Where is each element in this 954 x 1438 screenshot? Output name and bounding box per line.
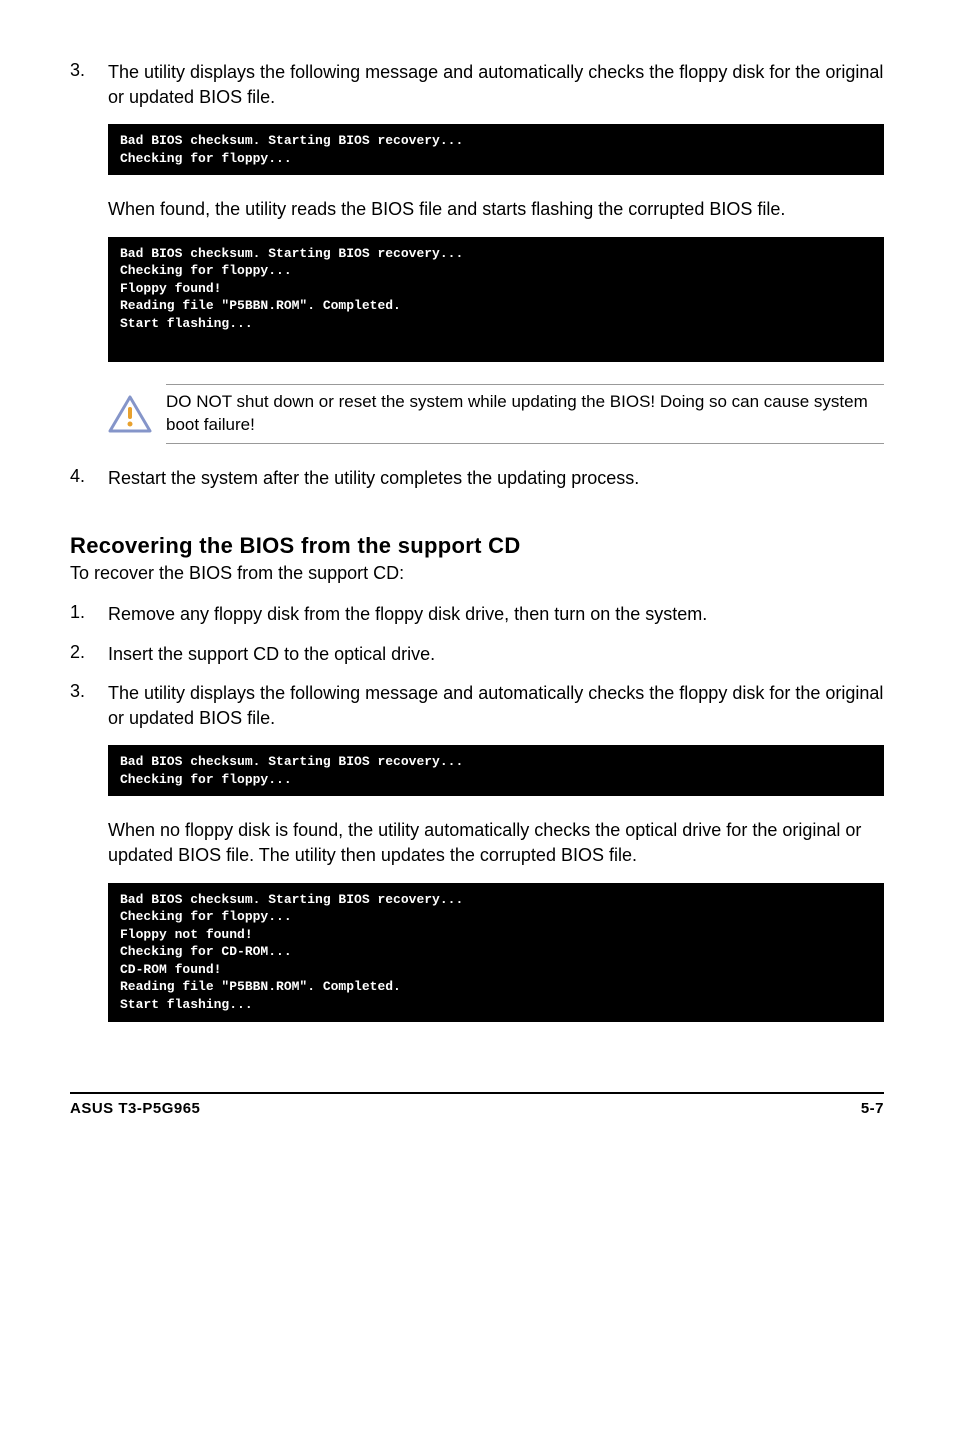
- step-text: The utility displays the following messa…: [108, 60, 884, 110]
- terminal-output-2: Bad BIOS checksum. Starting BIOS recover…: [108, 237, 884, 363]
- terminal-output-4: Bad BIOS checksum. Starting BIOS recover…: [108, 883, 884, 1022]
- step-text: Remove any floppy disk from the floppy d…: [108, 602, 884, 627]
- step-text: Restart the system after the utility com…: [108, 466, 884, 491]
- section-lead: To recover the BIOS from the support CD:: [70, 563, 884, 584]
- footer-page-number: 5-7: [861, 1100, 884, 1117]
- cd-step-3: 3. The utility displays the following me…: [70, 681, 884, 731]
- warning-icon: [108, 395, 152, 433]
- cd-step-1: 1. Remove any floppy disk from the flopp…: [70, 602, 884, 627]
- found-description: When found, the utility reads the BIOS f…: [108, 197, 884, 222]
- step-text: The utility displays the following messa…: [108, 681, 884, 731]
- section-heading: Recovering the BIOS from the support CD: [70, 533, 884, 559]
- step-4: 4. Restart the system after the utility …: [70, 466, 884, 491]
- step-number: 3.: [70, 681, 108, 731]
- page-content: 3. The utility displays the following me…: [0, 0, 954, 1147]
- step-number: 4.: [70, 466, 108, 491]
- footer-product: ASUS T3-P5G965: [70, 1100, 200, 1117]
- step-number: 2.: [70, 642, 108, 667]
- page-footer: ASUS T3-P5G965 5-7: [70, 1092, 884, 1117]
- warning-box: DO NOT shut down or reset the system whi…: [108, 384, 884, 444]
- step-3a: 3. The utility displays the following me…: [70, 60, 884, 110]
- terminal-output-1: Bad BIOS checksum. Starting BIOS recover…: [108, 124, 884, 175]
- cd-step-2: 2. Insert the support CD to the optical …: [70, 642, 884, 667]
- step-text: Insert the support CD to the optical dri…: [108, 642, 884, 667]
- step-number: 3.: [70, 60, 108, 110]
- terminal-output-3: Bad BIOS checksum. Starting BIOS recover…: [108, 745, 884, 796]
- step-number: 1.: [70, 602, 108, 627]
- warning-text: DO NOT shut down or reset the system whi…: [166, 384, 884, 444]
- no-floppy-description: When no floppy disk is found, the utilit…: [108, 818, 884, 868]
